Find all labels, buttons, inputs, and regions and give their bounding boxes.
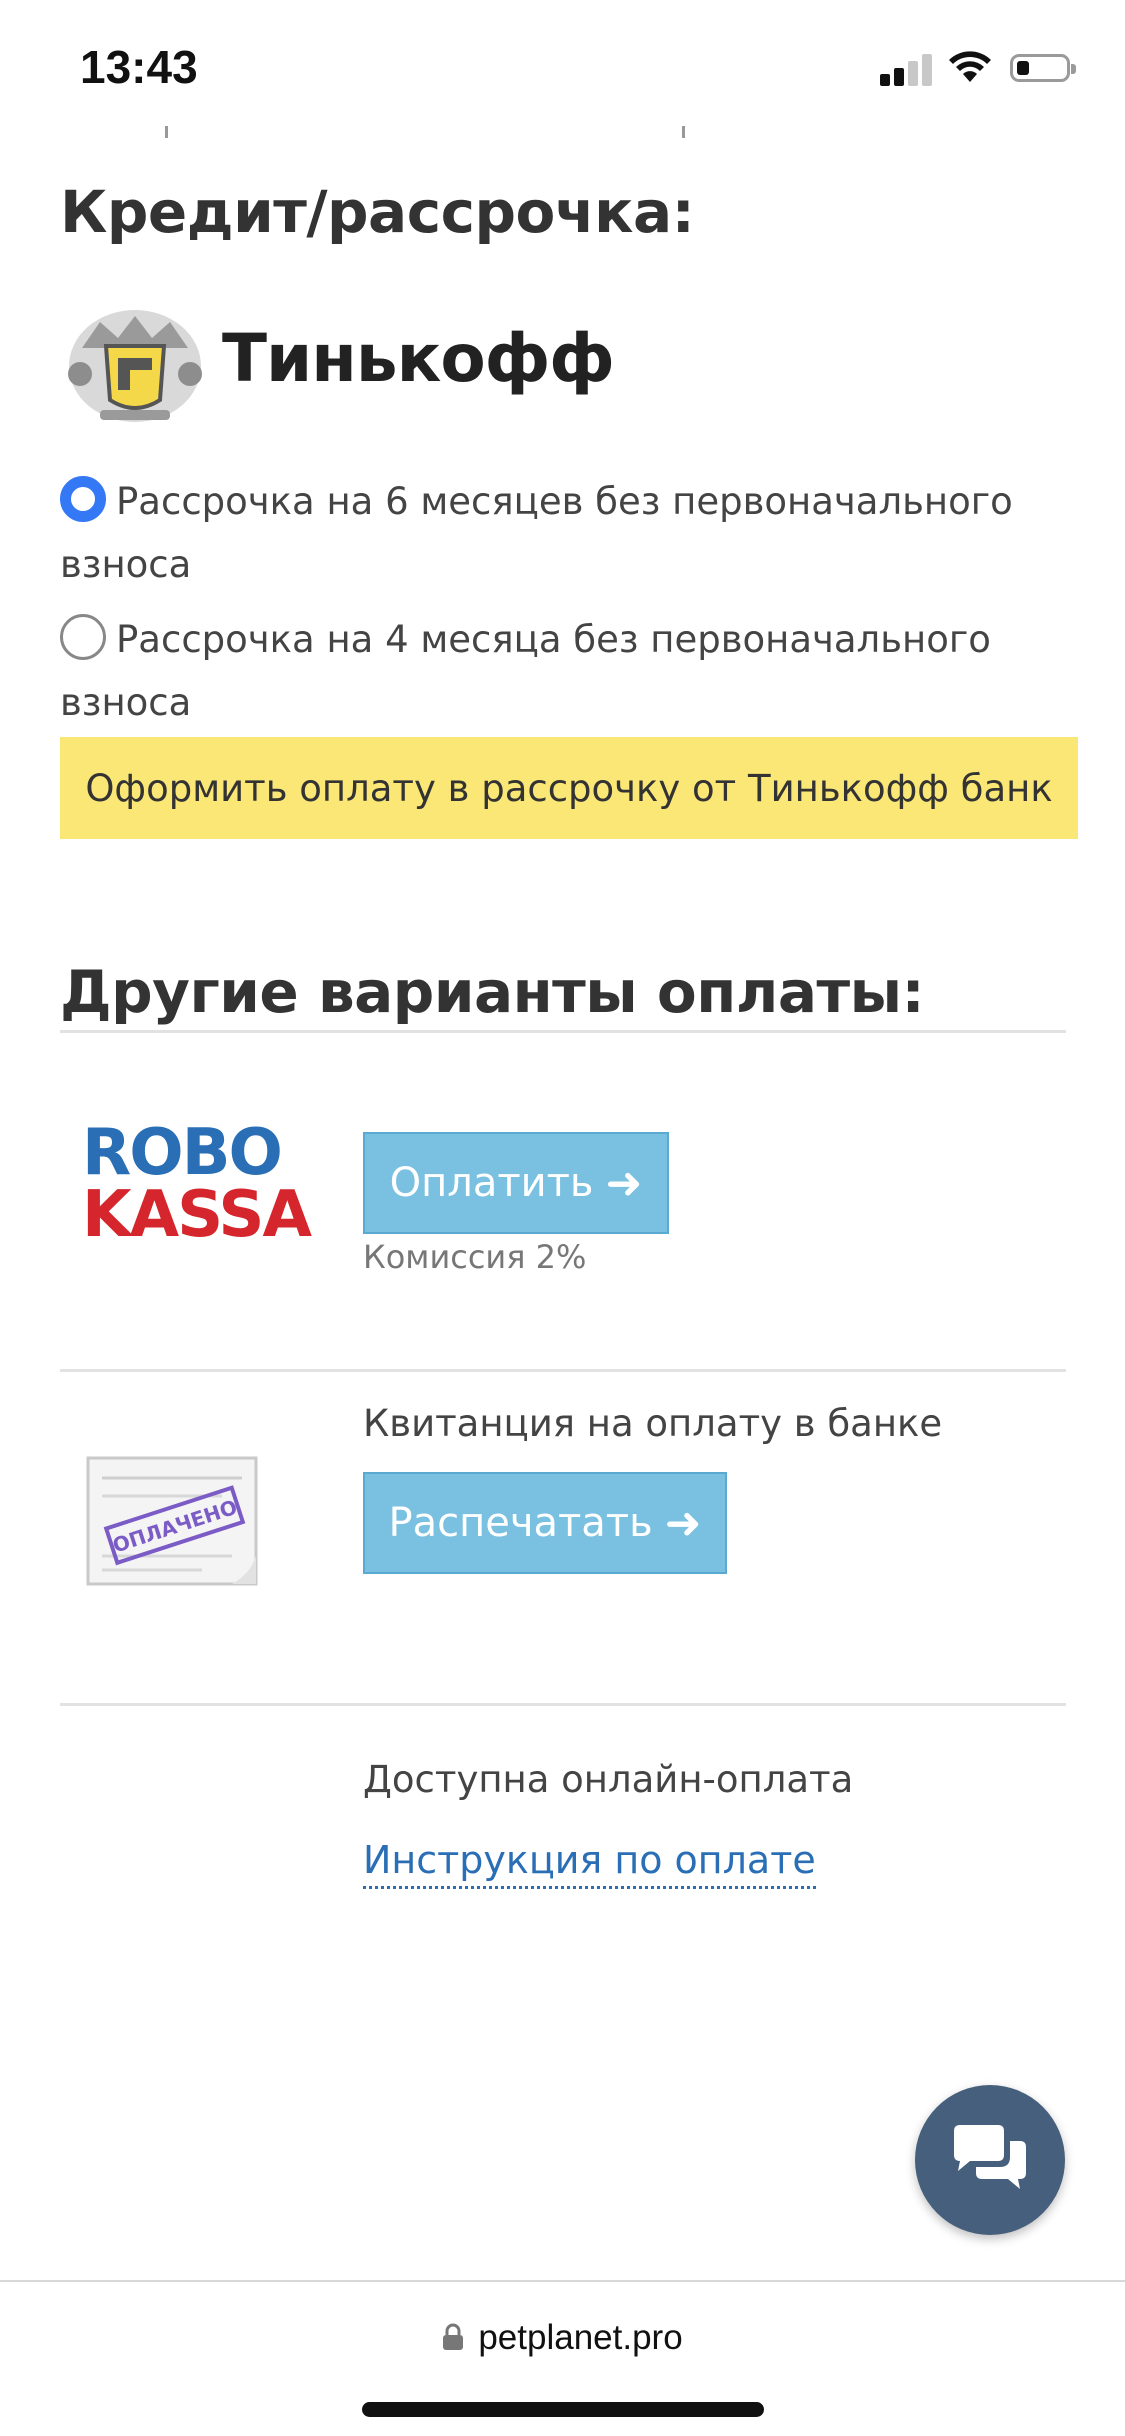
chat-bubbles-icon (954, 2125, 1026, 2189)
installment-option-label: Рассрочка на 6 месяцев без первоначально… (60, 480, 1013, 586)
print-receipt-button[interactable]: Распечатать ➜ (363, 1472, 727, 1574)
scroll-remnant (682, 126, 685, 138)
receipt-title: Квитанция на оплату в банке (363, 1402, 943, 1445)
cellular-signal-icon (880, 52, 934, 86)
installment-option-4-months[interactable]: Рассрочка на 4 месяца без первоначальног… (60, 608, 1070, 734)
lock-icon (443, 2323, 464, 2350)
status-bar: 13:43 (0, 0, 1125, 132)
arrow-right-icon: ➜ (605, 1157, 643, 1209)
tinkoff-emblem-icon (68, 310, 202, 422)
robokassa-logo: ROBO KASSA (82, 1116, 312, 1252)
installment-option-label: Рассрочка на 4 месяца без первоначальног… (60, 618, 991, 724)
credit-heading: Кредит/рассрочка: (60, 178, 695, 246)
divider (60, 1369, 1066, 1372)
browser-address-bar[interactable]: petplanet.pro (0, 2280, 1125, 2436)
divider (60, 1703, 1066, 1706)
paid-receipt-icon: ОПЛАЧЕНО (86, 1456, 258, 1586)
url-display[interactable]: petplanet.pro (0, 2318, 1125, 2358)
scroll-remnant (165, 126, 168, 138)
robokassa-logo-line1: ROBO (82, 1116, 283, 1190)
arrow-right-icon: ➜ (664, 1497, 702, 1549)
tinkoff-logo: Тинькофф (60, 298, 615, 428)
robokassa-logo-line2: KASSA (82, 1178, 312, 1252)
commission-note: Комиссия 2% (363, 1238, 587, 1276)
tinkoff-wordmark: Тинькофф (222, 320, 615, 397)
divider (60, 1030, 1066, 1033)
payment-instructions-link[interactable]: Инструкция по оплате (363, 1838, 816, 1889)
tinkoff-installment-button[interactable]: Оформить оплату в рассрочку от Тинькофф … (60, 737, 1078, 839)
print-button-label: Распечатать (388, 1500, 653, 1546)
installment-option-6-months[interactable]: Рассрочка на 6 месяцев без первоначально… (60, 470, 1070, 596)
robokassa-pay-button[interactable]: Оплатить ➜ (363, 1132, 669, 1234)
battery-icon (1010, 54, 1076, 82)
wifi-icon (949, 51, 991, 82)
online-payment-title: Доступна онлайн-оплата (363, 1758, 854, 1801)
url-text: petplanet.pro (478, 2318, 683, 2357)
chat-button[interactable] (915, 2085, 1065, 2235)
radio-unselected-icon[interactable] (60, 614, 106, 660)
other-payments-heading: Другие варианты оплаты: (60, 958, 925, 1026)
status-time: 13:43 (80, 41, 198, 93)
home-indicator[interactable] (362, 2402, 764, 2417)
radio-selected-icon[interactable] (60, 476, 106, 522)
pay-button-label: Оплатить (389, 1160, 594, 1206)
